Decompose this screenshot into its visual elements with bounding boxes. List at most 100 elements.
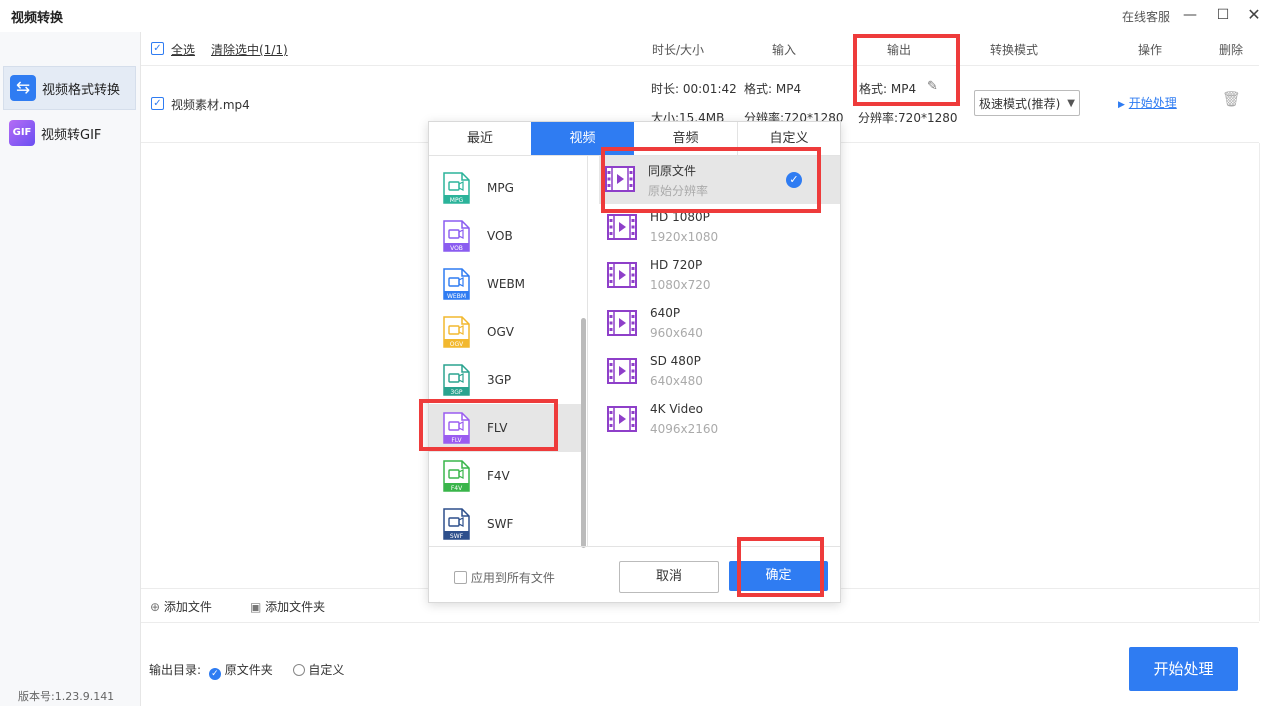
film-icon (607, 310, 637, 336)
film-icon (607, 358, 637, 384)
file-icon: SWF (443, 508, 470, 540)
maximize-icon[interactable]: ☐ (1212, 4, 1234, 26)
play-icon: ▶ (1118, 100, 1125, 110)
resolution-item[interactable]: HD 720P 1080x720 (601, 252, 840, 300)
plus-circle-icon: ⊕ (150, 600, 161, 614)
confirm-button[interactable]: 确定 (729, 561, 828, 591)
format-label: SWF (487, 517, 514, 531)
format-item[interactable]: MPG MPG (429, 164, 581, 212)
output-dir-label: 输出目录: (149, 663, 202, 677)
tab-custom[interactable]: 自定义 (737, 122, 840, 155)
select-all-checkbox[interactable]: ✓ (151, 42, 164, 55)
file-icon: FLV (443, 412, 470, 444)
online-support-link[interactable]: 在线客服 (1122, 8, 1170, 25)
file-checkbox[interactable]: ✓ (151, 97, 164, 110)
gif-icon: GIF (9, 120, 35, 146)
resolution-size: 1080x720 (650, 278, 711, 292)
format-label: WEBM (487, 277, 526, 291)
file-icon: MPG (443, 172, 470, 204)
popup-tabs: 最近 视频 音频 自定义 (429, 122, 840, 156)
resolution-name: 640P (650, 306, 681, 320)
output-directory: 输出目录: ✓ 原文件夹 自定义 (149, 661, 344, 680)
file-icon: VOB (443, 220, 470, 252)
format-item[interactable]: WEBM WEBM (429, 260, 581, 308)
header-output: 输出 (887, 43, 912, 57)
input-format: 格式: MP4 (744, 82, 802, 96)
resolution-size: 960x640 (650, 326, 703, 340)
tab-video[interactable]: 视频 (531, 122, 634, 155)
file-icon: WEBM (443, 268, 470, 300)
header-action: 操作 (1138, 43, 1163, 57)
sidebar-item-label: 视频转GIF (41, 128, 102, 143)
header-duration-size: 时长/大小 (652, 43, 705, 57)
resolution-item[interactable]: SD 480P 640x480 (601, 348, 840, 396)
edit-icon[interactable]: ✎ (927, 79, 938, 94)
file-name: 视频素材.mp4 (171, 98, 250, 112)
start-processing-button[interactable]: 开始处理 (1129, 647, 1238, 691)
tab-audio[interactable]: 音频 (634, 122, 737, 155)
close-icon[interactable]: ✕ (1243, 4, 1264, 26)
format-popup: 最近 视频 音频 自定义 MPG MPG VOB VOB WEBM WEBM OGV OGV 3… (428, 121, 841, 603)
resolution-item[interactable]: HD 1080P 1920x1080 (601, 204, 840, 252)
resolution-item[interactable]: 同原文件 原始分辨率 ✓ (599, 156, 840, 204)
resolution-name: 4K Video (650, 402, 703, 416)
mode-select-value: 极速模式(推荐) (979, 97, 1061, 111)
tab-recent[interactable]: 最近 (429, 122, 531, 155)
swap-arrows-icon: ⇆ (10, 75, 36, 101)
start-processing-link[interactable]: ▶ 开始处理 (1118, 94, 1177, 111)
resolution-name: HD 1080P (650, 210, 710, 224)
clear-selected-link[interactable]: 清除选中(1/1) (211, 41, 288, 58)
table-header: ✓ 全选 清除选中(1/1) 时长/大小 输入 输出 转换模式 操作 删除 (141, 32, 1259, 66)
check-circle-icon: ✓ (786, 172, 802, 188)
sidebar-item-video-to-gif[interactable]: GIF 视频转GIF (3, 112, 134, 154)
add-folder-button[interactable]: ▣ 添加文件夹 (250, 598, 325, 615)
resolution-size: 640x480 (650, 374, 703, 388)
format-item[interactable]: SWF SWF (429, 500, 581, 546)
file-icon: 3GP (443, 364, 470, 396)
title-bar: 视频转换 在线客服 — ☐ ✕ (0, 0, 1264, 32)
custom-label: 自定义 (308, 663, 345, 677)
file-icon: OGV (443, 316, 470, 348)
format-item[interactable]: 3GP 3GP (429, 356, 581, 404)
trash-icon[interactable]: 🗑 (1222, 90, 1241, 108)
output-resolution: 分辨率:720*1280 (858, 111, 958, 125)
format-label: FLV (487, 421, 508, 435)
radio-original-folder[interactable]: ✓ (208, 668, 221, 680)
resolution-item[interactable]: 640P 960x640 (601, 300, 840, 348)
sidebar-item-video-convert[interactable]: ⇆ 视频格式转换 (3, 66, 136, 110)
file-icon: F4V (443, 460, 470, 492)
format-item[interactable]: FLV FLV (429, 404, 581, 452)
add-folder-label: 添加文件夹 (265, 600, 326, 614)
format-label: F4V (487, 469, 510, 483)
resolution-name: HD 720P (650, 258, 703, 272)
resolution-name: 同原文件 (648, 164, 697, 178)
format-label: 3GP (487, 373, 512, 387)
sidebar-item-label: 视频格式转换 (42, 83, 121, 98)
header-mode: 转换模式 (990, 43, 1039, 57)
film-icon (605, 166, 635, 192)
cancel-button[interactable]: 取消 (619, 561, 719, 593)
apply-all-checkbox[interactable] (454, 571, 467, 584)
chevron-down-icon: ▼ (1067, 98, 1075, 109)
format-label: VOB (487, 229, 513, 243)
resolution-item[interactable]: 4K Video 4096x2160 (601, 396, 840, 444)
svg-text:SWF: SWF (450, 533, 464, 540)
minimize-icon[interactable]: — (1179, 4, 1201, 26)
add-file-button[interactable]: ⊕ 添加文件 (150, 598, 212, 615)
apply-all-label: 应用到所有文件 (470, 571, 555, 585)
mode-select[interactable]: 极速模式(推荐) ▼ (974, 90, 1080, 116)
format-item[interactable]: VOB VOB (429, 212, 581, 260)
select-all-link[interactable]: 全选 (171, 41, 195, 58)
format-list-scrollbar[interactable] (581, 318, 586, 548)
svg-text:FLV: FLV (451, 437, 462, 444)
file-duration: 时长: 00:01:42 (651, 82, 737, 96)
header-input: 输入 (772, 43, 797, 57)
apply-all-option[interactable]: 应用到所有文件 (454, 569, 555, 586)
format-item[interactable]: F4V F4V (429, 452, 581, 500)
resolution-size: 4096x2160 (650, 422, 719, 436)
format-label: OGV (487, 325, 514, 339)
format-item[interactable]: OGV OGV (429, 308, 581, 356)
header-delete: 删除 (1219, 43, 1244, 57)
original-folder-label: 原文件夹 (224, 663, 273, 677)
radio-custom[interactable] (292, 664, 305, 676)
